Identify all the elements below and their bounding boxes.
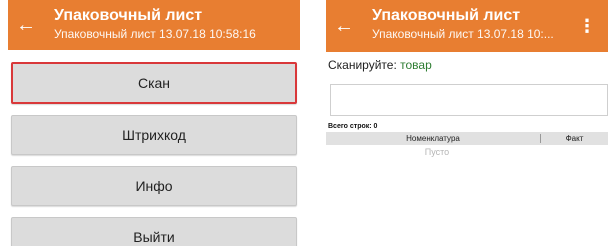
app-bar: ← Упаковочный лист Упаковочный лист 13.0… — [326, 0, 608, 52]
arrow-back-icon[interactable]: ← — [334, 16, 354, 36]
rows-total: Всего строк: 0 — [328, 123, 378, 130]
scan-button[interactable]: Скан — [11, 62, 297, 104]
arrow-back-icon[interactable]: ← — [16, 15, 36, 35]
scan-input[interactable] — [330, 84, 608, 116]
main-menu: Скан Штрихкод Инфо Выйти — [8, 50, 300, 246]
app-bar-titles: Упаковочный лист Упаковочный лист 13.07.… — [54, 6, 272, 42]
app-bar-subtitle: Упаковочный лист 13.07.18 10:58:16 — [54, 27, 256, 41]
exit-button[interactable]: Выйти — [11, 217, 297, 246]
more-vert-icon[interactable]: ⋮ — [578, 17, 596, 35]
app-bar: ← Упаковочный лист Упаковочный лист 13.0… — [8, 0, 300, 50]
table-header: Номенклатура Факт — [326, 132, 608, 145]
app-bar-title: Упаковочный лист — [54, 7, 203, 24]
scan-prompt-value: товар — [400, 58, 432, 72]
right-screen: ← Упаковочный лист Упаковочный лист 13.0… — [326, 0, 608, 246]
app-bar-title: Упаковочный лист — [372, 7, 521, 24]
barcode-button[interactable]: Штрихкод — [11, 115, 297, 155]
scan-prompt: Сканируйте: товар — [326, 52, 608, 72]
app-bar-titles: Упаковочный лист Упаковочный лист 13.07.… — [372, 6, 580, 42]
left-screen: ← Упаковочный лист Упаковочный лист 13.0… — [8, 0, 300, 246]
scan-prompt-label: Сканируйте: — [328, 58, 397, 72]
column-header-fact[interactable]: Факт — [541, 134, 608, 143]
info-button[interactable]: Инфо — [11, 166, 297, 206]
empty-list-text: Пусто — [424, 147, 450, 157]
column-header-name[interactable]: Номенклатура — [326, 134, 541, 143]
app-bar-subtitle: Упаковочный лист 13.07.18 10:... — [372, 27, 554, 41]
